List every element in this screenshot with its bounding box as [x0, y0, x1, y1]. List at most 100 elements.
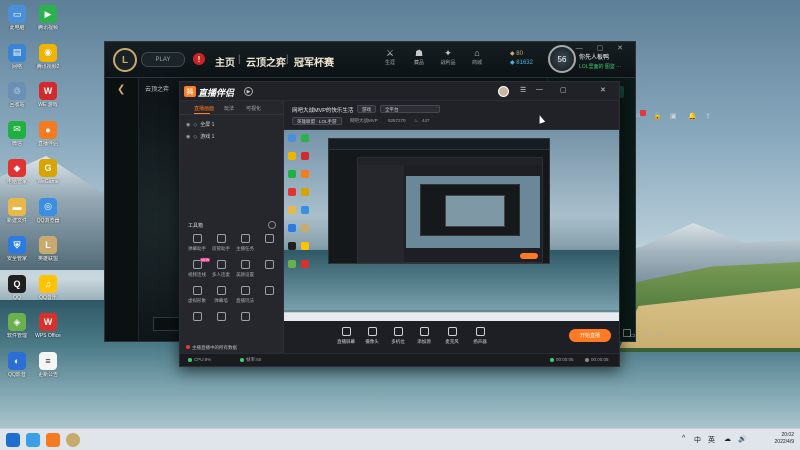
- desktop-shortcut[interactable]: ◈ 软件管理: [2, 313, 32, 339]
- multi-camera-button[interactable]: 多机位: [384, 327, 412, 345]
- tray-expand-icon[interactable]: ^: [682, 435, 685, 442]
- add-tool-icon: [264, 234, 274, 243]
- maximize-button[interactable]: ▢: [560, 86, 567, 94]
- lock-icon[interactable]: ◇: [193, 122, 197, 128]
- live-preview-canvas[interactable]: [284, 130, 619, 321]
- tool-more-tools[interactable]: [256, 260, 282, 272]
- tool-video-link[interactable]: NEW 视频连线: [184, 258, 211, 278]
- live-companion-window[interactable]: 抖 直播伴侣 ▶ ☰ — ▢ ✕ 直播画面 玩法 可视化 ◉ ◇ 全屏 1 ◉ ◇ 游戏…: [179, 81, 711, 367]
- desktop-shortcut[interactable]: ♫ QQ音乐: [33, 274, 63, 301]
- game-chip[interactable]: 英雄联盟 · LOL手游: [292, 117, 342, 125]
- start-menu-icon[interactable]: [6, 433, 20, 447]
- desktop-shortcut[interactable]: ● 直播伴侣: [33, 120, 63, 147]
- desktop-shortcut[interactable]: G WeGame: [33, 159, 63, 185]
- scene-item[interactable]: ◉ ◇ 全屏 1: [186, 121, 214, 128]
- desktop-shortcut[interactable]: Q QQ: [2, 274, 32, 301]
- desktop-shortcut[interactable]: W WPS Office: [33, 313, 63, 339]
- collection-button[interactable]: ☗ 藏品: [409, 48, 429, 66]
- tool-live-play[interactable]: 直播玩法: [232, 286, 258, 304]
- add-source-button[interactable]: 添加源: [410, 327, 438, 345]
- nav-tft[interactable]: 云顶之弈: [246, 54, 286, 69]
- room-title[interactable]: 网吧大战MVP的快乐生活: [292, 106, 353, 114]
- nav-champion-cup[interactable]: 冠军杯赛: [294, 54, 334, 69]
- layout-icon[interactable]: ▭: [630, 332, 636, 339]
- system-clock[interactable]: 20:02 2022/4/9: [775, 432, 794, 446]
- store-button[interactable]: ⌂ 商城: [467, 48, 487, 66]
- desktop-shortcut[interactable]: ♲ 回收站: [2, 82, 32, 108]
- career-button[interactable]: ⚔ 生涯: [380, 48, 400, 66]
- tool-extra-tool[interactable]: [256, 286, 282, 298]
- screen-capture-button[interactable]: 直播屏幕: [332, 327, 360, 345]
- tool-danmu-helper[interactable]: 弹幕助手: [184, 234, 210, 252]
- tool-extra-tool-3[interactable]: [208, 312, 234, 324]
- desktop-shortcut[interactable]: ▶ 腾讯视频: [33, 5, 63, 31]
- desktop-shortcut[interactable]: ▬ 新建文件: [2, 197, 32, 224]
- share-icon[interactable]: ⇪: [705, 112, 711, 120]
- desktop-shortcut[interactable]: ⛨ 安全管家: [2, 236, 32, 262]
- bell-icon[interactable]: 🔔: [688, 112, 697, 120]
- desktop-shortcut[interactable]: ◐ QQ影音: [2, 351, 32, 378]
- desktop-shortcut[interactable]: ◆ 电脑管家: [2, 159, 32, 185]
- play-circle-icon[interactable]: ▶: [244, 87, 253, 96]
- record-icon[interactable]: ◎: [644, 332, 649, 339]
- platform-select[interactable]: 全平台: [380, 105, 440, 113]
- recycle-bin-icon: ♲: [8, 82, 26, 100]
- minimize-button[interactable]: —: [536, 86, 543, 93]
- alert-icon[interactable]: !: [193, 53, 205, 65]
- tool-beauty-settings[interactable]: 美颜设置: [232, 260, 258, 278]
- taskbar-tencent-video-icon[interactable]: [26, 433, 40, 447]
- tab-play[interactable]: 玩法: [224, 105, 234, 112]
- menu-icon[interactable]: ☰: [520, 86, 526, 94]
- tool-host-task[interactable]: 主播任务: [232, 234, 258, 252]
- tool-danmu-wall[interactable]: 弹幕墙: [208, 286, 234, 304]
- eye-icon[interactable]: ◉: [186, 122, 190, 128]
- tool-avatar-tool[interactable]: 虚拟形象: [184, 286, 210, 304]
- category-chip[interactable]: 游戏: [357, 105, 376, 113]
- tool-add-tool[interactable]: [256, 234, 282, 246]
- tool-extra-tool-2[interactable]: [184, 312, 210, 324]
- avatar[interactable]: 56: [548, 45, 576, 73]
- home-icon[interactable]: ⌂: [636, 112, 640, 119]
- network-tray-icon[interactable]: ☁: [724, 435, 731, 443]
- desktop-shortcut-label: 安全管家: [6, 256, 27, 262]
- camera-button[interactable]: 摄像头: [358, 327, 386, 345]
- lock-icon[interactable]: ◇: [193, 134, 197, 140]
- play-button[interactable]: PLAY: [141, 52, 185, 67]
- tool-extra-tool-4[interactable]: [232, 312, 258, 324]
- nav-home[interactable]: 主页: [215, 54, 235, 69]
- desktop-shortcut[interactable]: ◎ QQ浏览器: [33, 197, 63, 224]
- microphone-button[interactable]: 麦克风: [438, 327, 466, 345]
- summoner-info[interactable]: 你先人板鸭 LOL里面的 图鉴 ···: [579, 52, 629, 70]
- desktop-shortcut[interactable]: ◉ 腾讯视频2: [33, 43, 63, 70]
- eye-icon[interactable]: ◉: [186, 134, 190, 140]
- speaker-button[interactable]: 扬声器: [466, 327, 494, 345]
- desktop-shortcut[interactable]: ✉ 微信: [2, 120, 32, 147]
- avatar[interactable]: [498, 86, 509, 97]
- close-button[interactable]: ✕: [600, 86, 606, 94]
- window-controls[interactable]: — ▢ ✕: [576, 44, 629, 52]
- gear-icon[interactable]: ⚙: [658, 332, 663, 339]
- scene-item[interactable]: ◉ ◇ 游戏 1: [186, 133, 214, 140]
- ime-english[interactable]: 英: [708, 435, 715, 445]
- back-arrow-icon[interactable]: ❮: [117, 84, 125, 95]
- taskbar-league-icon[interactable]: [66, 433, 80, 447]
- toolbox-settings-icon[interactable]: [268, 221, 276, 229]
- lock-icon[interactable]: 🔓: [653, 112, 662, 120]
- ime-chinese[interactable]: 中: [694, 435, 701, 445]
- desktop-shortcut[interactable]: L 英雄联盟: [33, 236, 63, 262]
- tool-multi-mic[interactable]: 多人连麦: [208, 260, 234, 278]
- start-live-button[interactable]: 开始直播: [569, 329, 611, 342]
- tab-visual[interactable]: 可视化: [246, 105, 261, 112]
- volume-icon[interactable]: 🔊: [738, 435, 747, 443]
- league-logo-icon[interactable]: L: [113, 48, 137, 72]
- live-data-notice[interactable]: 主播直播中的所有数据: [186, 345, 237, 351]
- tool-room-admin[interactable]: 房管助手: [208, 234, 234, 252]
- desktop-shortcut[interactable]: ▭ 此电脑: [2, 5, 32, 31]
- tab-live-scene[interactable]: 直播画面: [194, 105, 214, 112]
- desktop-shortcut[interactable]: ▤ 网络: [2, 43, 32, 70]
- loot-button[interactable]: ✦ 战利品: [438, 48, 458, 66]
- desktop-shortcut[interactable]: ≡ 更新公告: [33, 351, 63, 378]
- window-icon[interactable]: ▣: [670, 112, 677, 120]
- taskbar-live-companion-icon[interactable]: [46, 433, 60, 447]
- desktop-shortcut[interactable]: W WE 游戏: [33, 82, 63, 108]
